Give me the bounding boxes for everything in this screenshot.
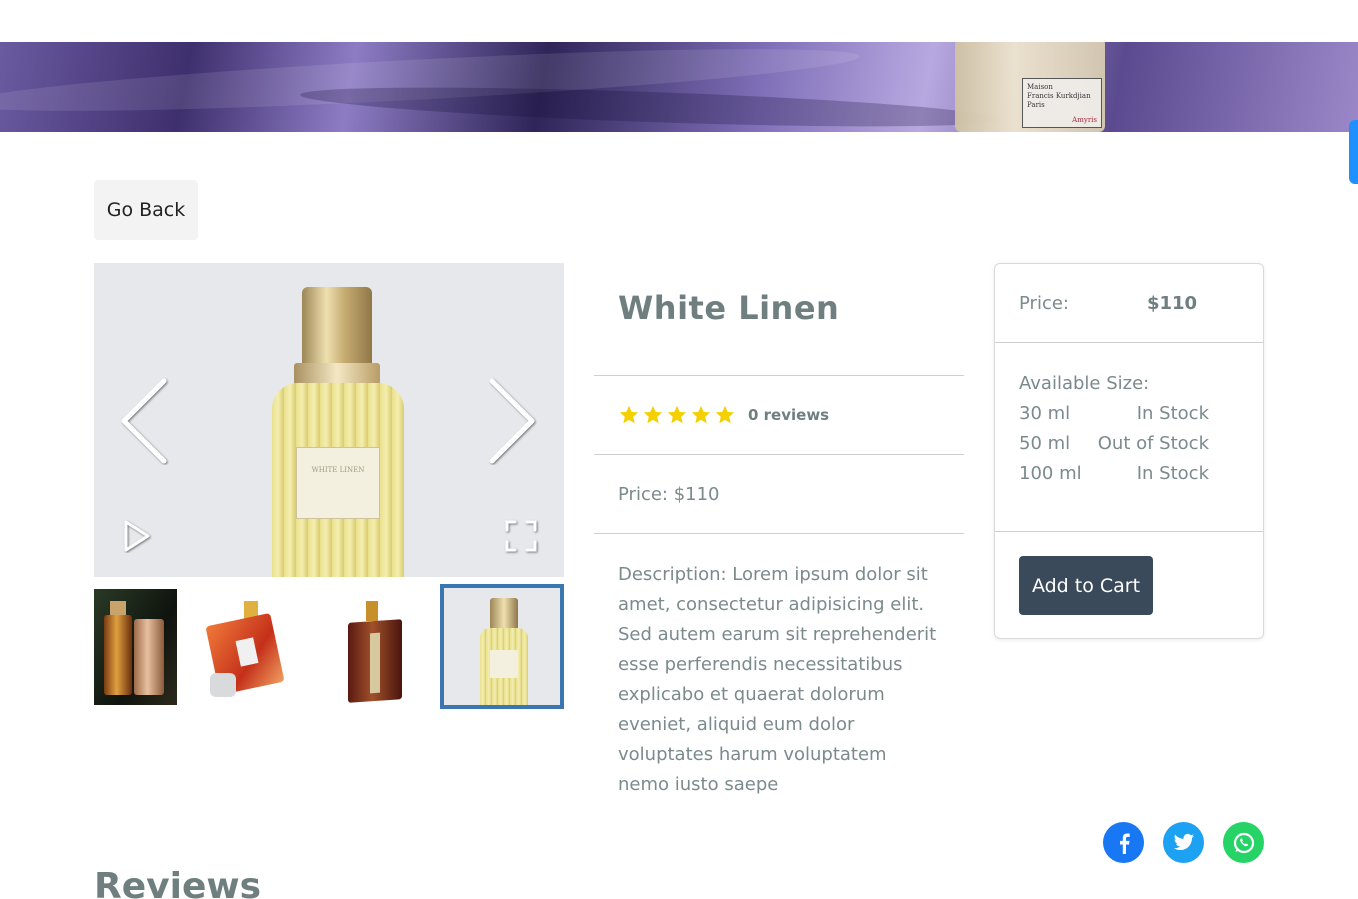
- bottle-label: WHITE LINEN: [296, 447, 380, 519]
- add-to-cart-button[interactable]: Add to Cart: [1019, 556, 1153, 615]
- whatsapp-share-button[interactable]: [1223, 822, 1264, 863]
- previous-arrow-icon[interactable]: [118, 377, 170, 469]
- banner-label-line1: Maison: [1027, 83, 1053, 91]
- star-rating: [618, 404, 736, 426]
- star-icon: [667, 405, 687, 424]
- size-label: 100 ml: [1019, 463, 1082, 484]
- product-description: Description: Lorem ipsum dolor sit amet,…: [618, 564, 937, 795]
- banner-label-accent: Amyris: [1072, 116, 1097, 124]
- twitter-share-button[interactable]: [1163, 822, 1204, 863]
- star-icon: [691, 405, 711, 424]
- thumbnail-3[interactable]: [320, 589, 420, 705]
- size-label: 30 ml: [1019, 403, 1071, 424]
- thumbnail-2[interactable]: [200, 589, 300, 705]
- purchase-card: Price: $110 Available Size: 30 ml In Sto…: [994, 263, 1264, 639]
- available-sizes: Available Size: 30 ml In Stock 50 ml Out…: [995, 343, 1263, 532]
- thumb1-bottle-a: [104, 615, 132, 695]
- banner-fabric-shadow: [299, 79, 1001, 132]
- twitter-icon: [1173, 833, 1194, 850]
- card-price-row: Price: $110: [995, 264, 1263, 343]
- size-option[interactable]: 100 ml In Stock: [1019, 459, 1209, 489]
- side-scroll-tab[interactable]: [1349, 120, 1358, 184]
- bottle-neck: [294, 363, 380, 385]
- size-option[interactable]: 30 ml In Stock: [1019, 399, 1209, 429]
- card-price-value: $110: [1146, 292, 1198, 314]
- product-price: Price: $110: [594, 455, 964, 534]
- sizes-heading: Available Size:: [1019, 373, 1150, 394]
- main-product-image: WHITE LINEN: [272, 287, 404, 577]
- product-title: White Linen: [594, 263, 964, 376]
- fullscreen-icon[interactable]: [504, 519, 538, 557]
- whatsapp-icon: [1233, 832, 1254, 853]
- hero-banner: Maison Francis Kurkdjian Paris Amyris: [0, 42, 1358, 132]
- banner-bottle-label: Maison Francis Kurkdjian Paris Amyris: [1022, 78, 1102, 128]
- thumb1-bottle-b: [134, 619, 164, 695]
- size-option[interactable]: 50 ml Out of Stock: [1019, 429, 1209, 459]
- image-gallery-main: WHITE LINEN: [94, 263, 564, 577]
- banner-perfume-bottle: Maison Francis Kurkdjian Paris Amyris: [955, 42, 1105, 132]
- stock-status: In Stock: [1136, 463, 1209, 484]
- banner-label-line3: Paris: [1027, 101, 1045, 109]
- star-icon: [643, 405, 663, 424]
- thumbnail-4-active[interactable]: [440, 584, 564, 709]
- star-icon: [715, 405, 735, 424]
- star-icon: [619, 405, 639, 424]
- thumbnail-1[interactable]: [94, 589, 177, 705]
- play-icon[interactable]: [122, 519, 152, 557]
- facebook-share-button[interactable]: [1103, 822, 1144, 863]
- bottle-cap: [302, 287, 372, 367]
- card-price-label: Price:: [1019, 292, 1069, 314]
- rating-row: 0 reviews: [594, 376, 964, 455]
- thumb4-label: [490, 650, 518, 678]
- size-label: 50 ml: [1019, 433, 1071, 454]
- facebook-icon: [1119, 833, 1130, 854]
- thumb3-stripe: [370, 632, 380, 694]
- thumb3-cap: [366, 601, 378, 621]
- stock-status: Out of Stock: [1097, 433, 1209, 454]
- thumb4-cap: [490, 598, 518, 630]
- banner-label-line2: Francis Kurkdjian: [1027, 92, 1091, 100]
- next-arrow-icon[interactable]: [486, 377, 538, 469]
- go-back-button[interactable]: Go Back: [94, 180, 198, 240]
- reviews-heading: Reviews: [94, 866, 262, 899]
- thumb2-stopper: [210, 673, 236, 697]
- product-details: White Linen 0 reviews Price: $110 Descri…: [594, 263, 964, 800]
- reviews-count[interactable]: 0 reviews: [748, 406, 829, 424]
- stock-status: In Stock: [1136, 403, 1209, 424]
